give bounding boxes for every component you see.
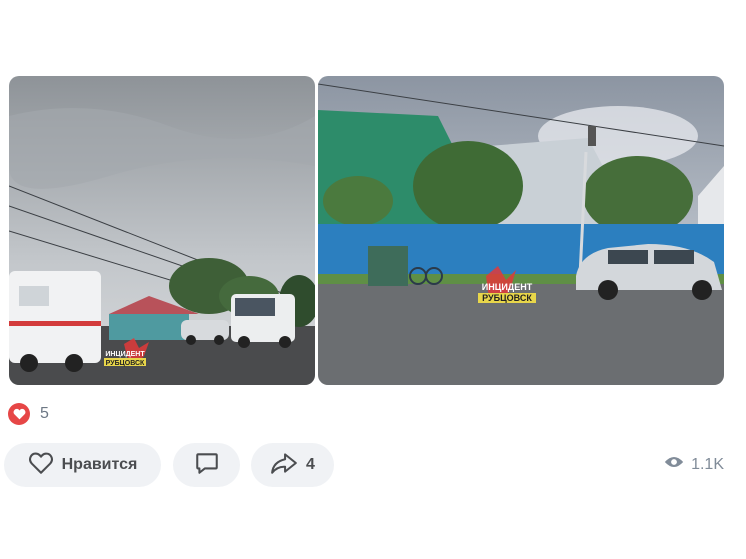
reactions-summary[interactable]: 5 <box>8 402 49 426</box>
share-count: 4 <box>306 456 315 473</box>
post-photo-2[interactable]: ИНЦИДЕНТ РУБЦОВСК <box>318 76 724 385</box>
reaction-count: 5 <box>40 405 49 422</box>
watermark-line-2: РУБЦОВСК <box>106 360 145 367</box>
like-label: Нравится <box>61 456 138 473</box>
comment-button[interactable] <box>173 443 240 487</box>
share-button[interactable]: 4 <box>251 443 334 487</box>
comment-icon <box>194 450 220 481</box>
views-counter: 1.1K <box>664 455 724 474</box>
photo-1-image: ИНЦИДЕНТ РУБЦОВСК <box>9 76 315 385</box>
watermark-line-2: РУБЦОВСК <box>482 293 532 303</box>
heart-outline-icon <box>28 451 54 480</box>
like-button[interactable]: Нравится <box>4 443 161 487</box>
share-icon <box>270 451 298 480</box>
post-photo-1[interactable]: ИНЦИДЕНТ РУБЦОВСК <box>9 76 315 385</box>
watermark-line-1: ИНЦИДЕНТ <box>482 282 533 292</box>
eye-icon <box>664 455 684 474</box>
watermark-line-1: ИНЦИДЕНТ <box>105 351 145 358</box>
heart-icon <box>8 403 30 425</box>
photo-2-image: ИНЦИДЕНТ РУБЦОВСК <box>318 76 724 385</box>
views-count: 1.1K <box>691 455 724 473</box>
